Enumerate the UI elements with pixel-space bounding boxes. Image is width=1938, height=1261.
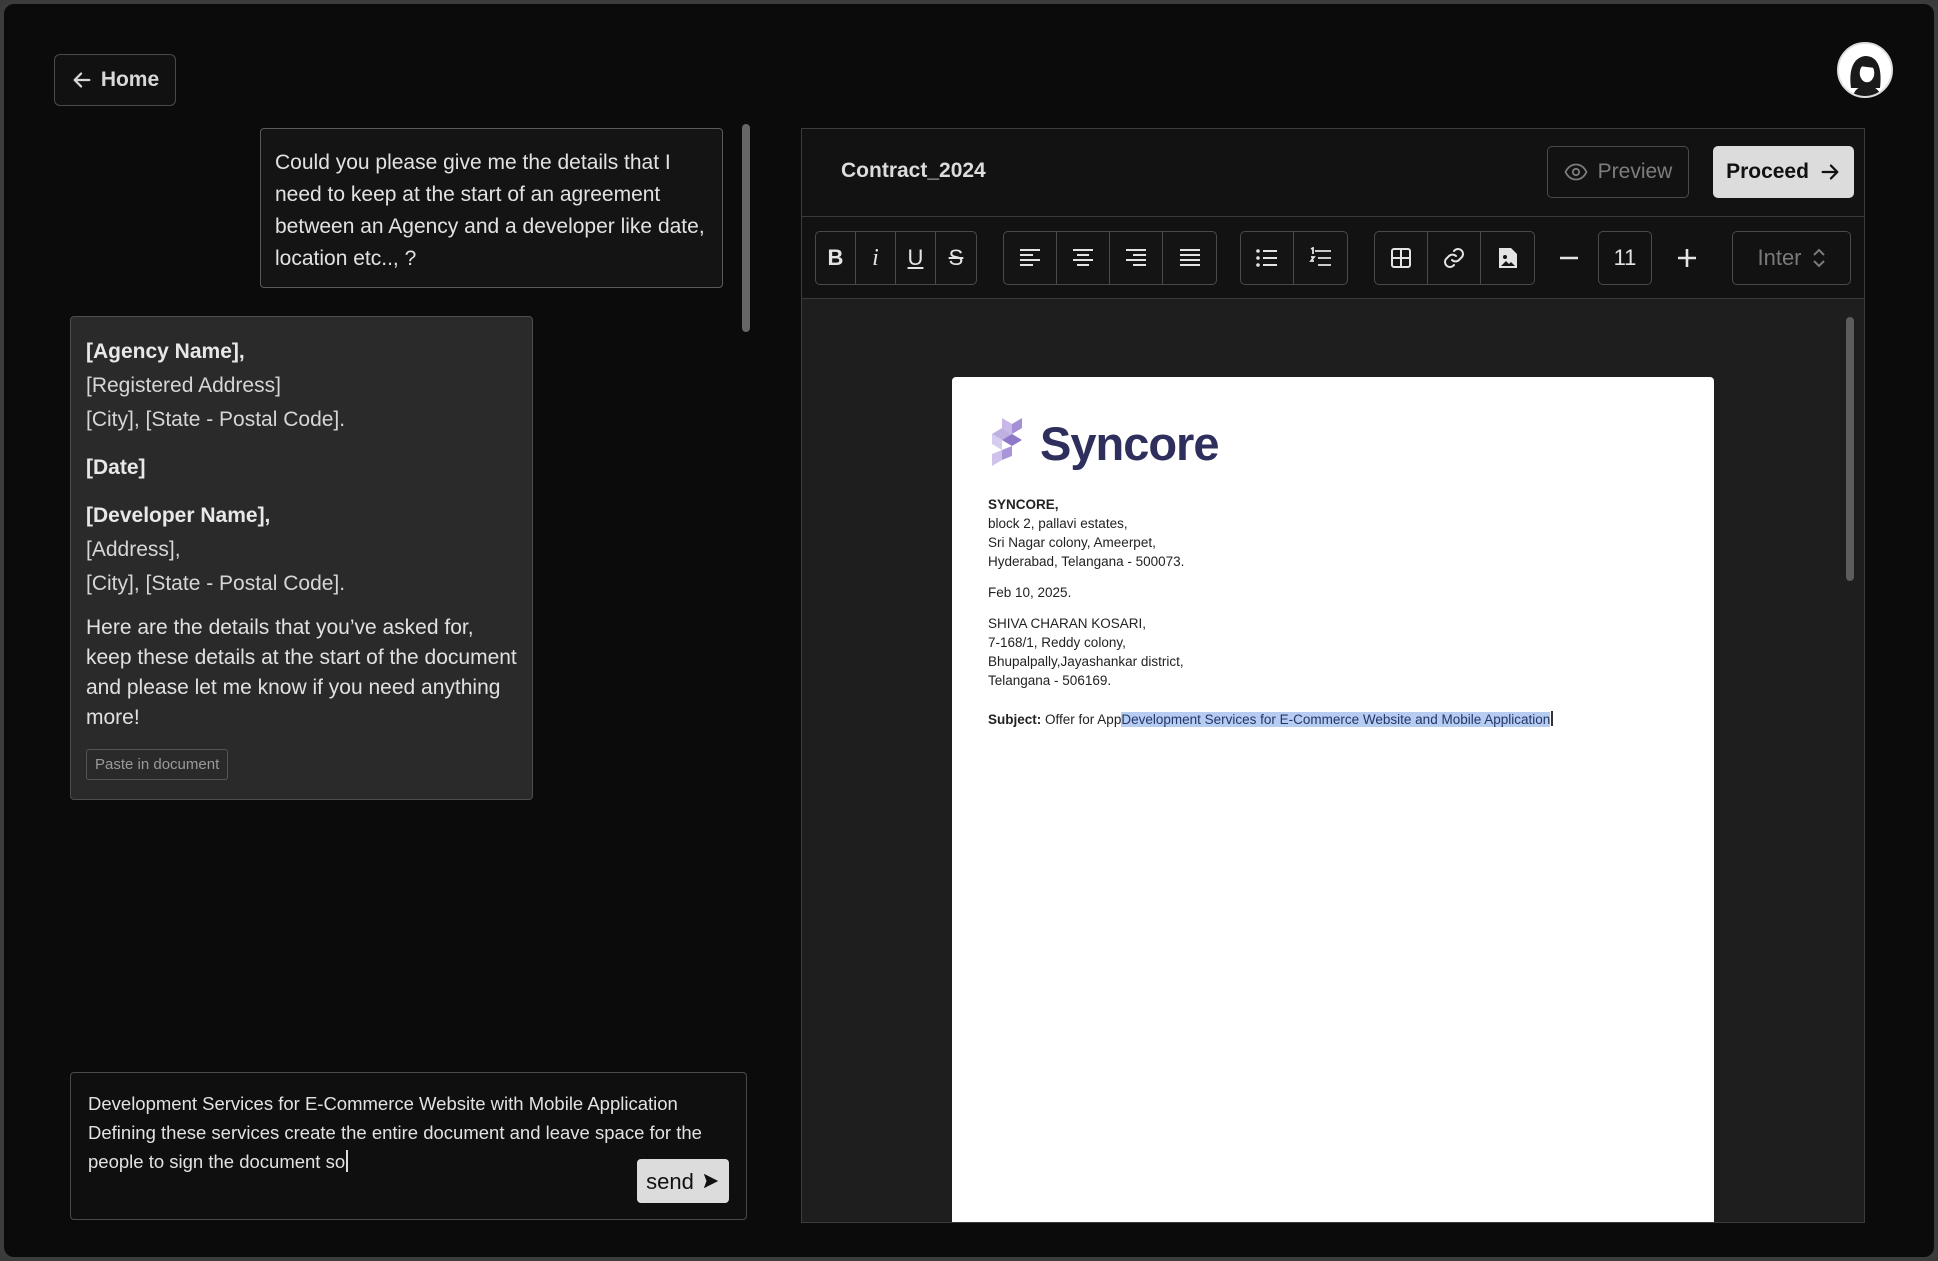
subject-prefix: Offer for App xyxy=(1045,712,1122,727)
align-left-button[interactable] xyxy=(1004,232,1057,284)
arrow-left-icon xyxy=(73,72,91,88)
align-right-icon xyxy=(1126,249,1146,266)
insert-image-button[interactable] xyxy=(1481,232,1534,284)
bold-button[interactable]: B xyxy=(816,232,856,284)
sender-name: SYNCORE, xyxy=(988,497,1059,512)
selected-text-highlight[interactable]: Development Services for E-Commerce Webs… xyxy=(1121,712,1551,727)
font-size-value: 11 xyxy=(1613,245,1637,270)
syncore-logo-icon xyxy=(992,418,1022,466)
document-page[interactable]: Syncore SYNCORE, block 2, pallavi estate… xyxy=(952,377,1714,1222)
bullet-list-button[interactable] xyxy=(1241,232,1294,284)
align-center-button[interactable] xyxy=(1057,232,1110,284)
home-button[interactable]: Home xyxy=(54,54,176,106)
font-family-value: Inter xyxy=(1757,245,1802,270)
text-caret xyxy=(346,1150,349,1172)
underline-button[interactable]: U xyxy=(896,232,936,284)
link-icon xyxy=(1444,248,1464,268)
table-icon xyxy=(1391,248,1411,268)
numbered-list-icon xyxy=(1308,247,1331,266)
align-justify-icon xyxy=(1179,249,1200,266)
ai-response: [Agency Name], [Registered Address] [Cit… xyxy=(70,316,533,800)
recipient-line-1: 7-168/1, Reddy colony, xyxy=(988,635,1126,650)
sender-line-1: block 2, pallavi estates, xyxy=(988,516,1128,531)
align-left-icon xyxy=(1020,249,1040,266)
developer-name-placeholder: [Developer Name], xyxy=(86,504,271,527)
proceed-label: Proceed xyxy=(1726,160,1809,183)
italic-button[interactable]: i xyxy=(856,232,896,284)
date-placeholder: [Date] xyxy=(86,456,146,479)
editor-header: Contract_2024 Preview Proceed xyxy=(802,129,1864,217)
composer-text: Development Services for E-Commerce Webs… xyxy=(88,1093,702,1172)
chat-scrollbar[interactable] xyxy=(742,124,750,332)
alignment-group xyxy=(1003,231,1217,285)
arrow-right-icon xyxy=(1821,164,1839,180)
document-canvas: Syncore SYNCORE, block 2, pallavi estate… xyxy=(802,299,1864,1222)
agency-city-placeholder: [City], [State - Postal Code]. xyxy=(86,408,346,431)
increase-font-size-button[interactable] xyxy=(1667,231,1707,285)
preview-button[interactable]: Preview xyxy=(1547,146,1689,198)
user-message-text: Could you please give me the details tha… xyxy=(275,151,705,270)
sender-line-3: Hyderabad, Telangana - 500073. xyxy=(988,554,1185,569)
decrease-font-size-button[interactable] xyxy=(1549,231,1589,285)
strikethrough-button[interactable]: S xyxy=(936,232,976,284)
font-family-select[interactable]: Inter xyxy=(1732,231,1851,285)
send-label: send xyxy=(646,1168,694,1194)
italic-icon: i xyxy=(872,244,879,271)
canvas-scrollbar[interactable] xyxy=(1846,317,1854,581)
recipient-line-3: Telangana - 506169. xyxy=(988,673,1112,688)
proceed-button[interactable]: Proceed xyxy=(1713,146,1854,198)
registered-address-placeholder: [Registered Address] xyxy=(86,374,281,397)
home-label: Home xyxy=(100,68,160,91)
align-center-icon xyxy=(1073,249,1093,266)
paste-in-document-button[interactable]: Paste in document xyxy=(86,749,229,780)
insert-link-button[interactable] xyxy=(1428,232,1481,284)
align-justify-button[interactable] xyxy=(1163,232,1216,284)
font-size-field[interactable]: 11 xyxy=(1598,231,1652,285)
plus-icon xyxy=(1678,249,1696,267)
eye-icon xyxy=(1564,163,1588,181)
recipient-line-2: Bhupalpally,Jayashankar district, xyxy=(988,654,1184,669)
recipient-name: SHIVA CHARAN KOSARI, xyxy=(988,616,1147,631)
avatar[interactable] xyxy=(1837,42,1893,98)
minus-icon xyxy=(1560,256,1578,260)
send-button[interactable]: send xyxy=(637,1159,729,1203)
user-avatar-icon xyxy=(1839,44,1891,96)
app-window: Home Could you please give me the detail… xyxy=(0,0,1938,1261)
bold-icon: B xyxy=(827,245,844,270)
document-date: Feb 10, 2025. xyxy=(988,585,1072,600)
sender-address-block: SYNCORE, block 2, pallavi estates, Sri N… xyxy=(988,495,1678,571)
user-message: Could you please give me the details tha… xyxy=(260,128,723,288)
bullet-list-icon xyxy=(1256,249,1277,267)
send-icon xyxy=(703,1173,719,1189)
text-style-group: B i U S xyxy=(815,231,977,285)
strikethrough-icon: S xyxy=(948,245,964,270)
company-logo: Syncore xyxy=(988,413,1678,473)
insert-table-button[interactable] xyxy=(1375,232,1428,284)
document-title[interactable]: Contract_2024 xyxy=(841,159,986,183)
document-editor: Contract_2024 Preview Proceed B i U S 11… xyxy=(801,128,1865,1223)
developer-address-placeholder: [Address], xyxy=(86,538,181,561)
message-composer[interactable]: Development Services for E-Commerce Webs… xyxy=(70,1072,747,1220)
insert-group xyxy=(1374,231,1535,285)
underline-icon: U xyxy=(907,245,924,270)
preview-label: Preview xyxy=(1597,160,1673,183)
list-group xyxy=(1240,231,1348,285)
logo-text: Syncore xyxy=(1040,416,1219,470)
agency-name-placeholder: [Agency Name], xyxy=(86,340,245,363)
document-caret xyxy=(1551,711,1554,726)
align-right-button[interactable] xyxy=(1110,232,1163,284)
image-file-icon xyxy=(1498,248,1517,268)
ai-response-note: Here are the details that you’ve asked f… xyxy=(86,616,517,729)
chevron-up-down-icon xyxy=(1812,248,1825,268)
numbered-list-button[interactable] xyxy=(1294,232,1347,284)
developer-city-placeholder: [City], [State - Postal Code]. xyxy=(86,572,346,595)
recipient-address-block: SHIVA CHARAN KOSARI, 7-168/1, Reddy colo… xyxy=(988,614,1678,690)
subject-line: Subject: Offer for AppDevelopment Servic… xyxy=(988,710,1678,729)
subject-label: Subject: xyxy=(988,712,1042,727)
sender-line-2: Sri Nagar colony, Ameerpet, xyxy=(988,535,1156,550)
formatting-toolbar: B i U S 11 Inter xyxy=(802,217,1864,299)
